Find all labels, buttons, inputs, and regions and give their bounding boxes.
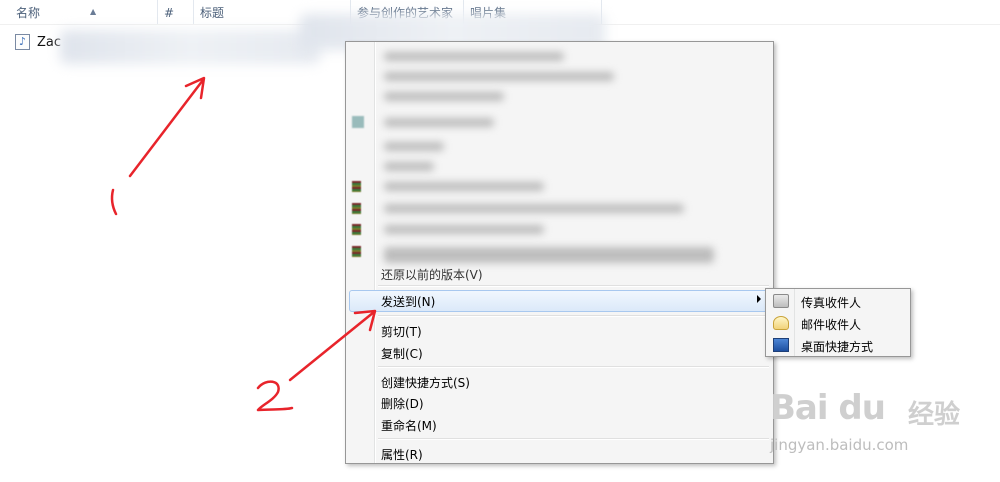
watermark-url: jingyan.baidu.com [770, 436, 909, 454]
baidu-logo: Bai du [770, 388, 886, 428]
annotation-number-1-stroke [110, 188, 118, 216]
baidu-jingyan-text: 经验 [908, 400, 961, 430]
baidu-watermark: Bai du 经验 jingyan.baidu.com [770, 380, 990, 460]
annotation-number-2-stroke [256, 380, 294, 412]
annotation-arrow-2 [288, 310, 376, 382]
annotation-arrow-1 [128, 78, 205, 178]
